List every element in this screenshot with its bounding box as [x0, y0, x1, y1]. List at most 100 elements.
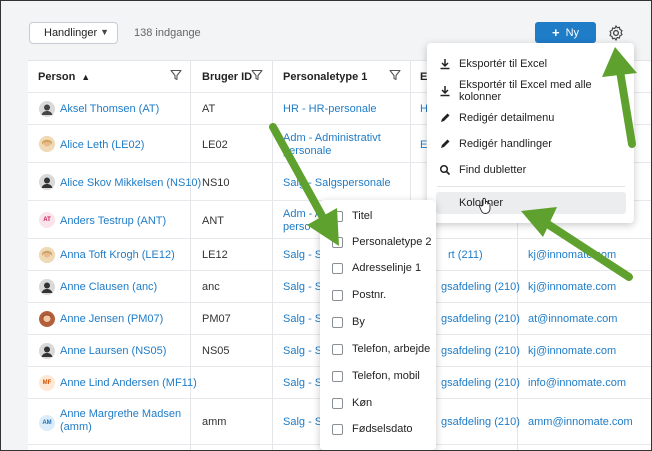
- user-id: NS05: [202, 345, 230, 357]
- checkbox[interactable]: [332, 289, 343, 301]
- checkbox[interactable]: [332, 316, 343, 328]
- staff-type-link[interactable]: Salg - Salgspersonale: [283, 177, 391, 190]
- person-name-link[interactable]: Anna Toft Krogh (LE12): [60, 249, 175, 262]
- plus-icon: +: [551, 25, 560, 40]
- checkbox[interactable]: [332, 262, 343, 274]
- columns-submenu: Titel Personaletype 2 Adresselinje 1 Pos…: [320, 200, 436, 450]
- email-link[interactable]: amm@innomate.com: [528, 416, 633, 429]
- column-option-label: Telefon, mobil: [352, 370, 420, 382]
- menu-item-label: Eksportér til Excel med alle kolonner: [459, 79, 592, 103]
- column-option-label: Titel: [352, 210, 373, 222]
- header-user-id-label: Bruger ID: [202, 70, 253, 83]
- checkbox[interactable]: [332, 370, 343, 382]
- menu-item-label: Find dubletter: [459, 164, 527, 176]
- header-staff-type-label: Personaletype 1: [283, 70, 368, 83]
- user-id: NS10: [202, 177, 230, 189]
- column-option-label: By: [352, 316, 365, 328]
- column-option[interactable]: Postnr.: [332, 288, 386, 302]
- gear-icon[interactable]: [607, 24, 625, 42]
- column-option[interactable]: Personaletype 2: [332, 235, 432, 249]
- actions-dropdown[interactable]: Handlinger ▼: [29, 22, 118, 44]
- column-option[interactable]: Køn: [332, 396, 372, 410]
- header-person-label: Person: [38, 70, 76, 83]
- person-name-link[interactable]: Alice Leth (LE02): [60, 139, 144, 152]
- person-name-link[interactable]: Anders Testrup (ANT): [60, 215, 166, 228]
- download-icon: [440, 86, 450, 97]
- column-option[interactable]: By: [332, 315, 365, 329]
- column-option[interactable]: Adresselinje 1: [332, 261, 421, 275]
- avatar: [39, 343, 55, 359]
- actions-label: Handlinger: [44, 27, 98, 39]
- person-name-link[interactable]: Anne Laursen (NS05): [60, 345, 166, 358]
- user-id: LE12: [202, 249, 228, 261]
- user-id: AT: [202, 103, 216, 115]
- column-option[interactable]: Telefon, mobil: [332, 369, 420, 383]
- email-link[interactable]: at@innomate.com: [528, 313, 617, 326]
- avatar: [39, 174, 55, 190]
- user-id: PM07: [202, 313, 231, 325]
- checkbox[interactable]: [332, 397, 343, 409]
- avatar: [39, 311, 55, 327]
- staff-type-link[interactable]: Adm - Administrativt personale: [283, 132, 403, 158]
- checkbox[interactable]: [332, 236, 343, 248]
- hand-cursor-icon: [479, 197, 491, 214]
- user-id: anc: [202, 281, 220, 293]
- settings-menu: Eksportér til Excel Eksportér til Excel …: [427, 43, 634, 223]
- person-name-link[interactable]: Anne Jensen (PM07): [60, 313, 163, 326]
- pencil-icon: [441, 113, 450, 122]
- menu-item-export-excel-all[interactable]: Eksportér til Excel med alle kolonner: [427, 79, 634, 103]
- staff-type-link-line2[interactable]: perso: [283, 221, 311, 234]
- column-option-label: Fødselsdato: [352, 423, 413, 435]
- staff-type-link[interactable]: Adm - A: [283, 208, 322, 221]
- filter-icon[interactable]: [170, 69, 182, 81]
- new-label: Ny: [565, 26, 580, 39]
- person-name-link[interactable]: Anne Lind Andersen (MF11): [60, 377, 197, 390]
- checkbox[interactable]: [332, 343, 343, 355]
- department-link[interactable]: gsafdeling (210): [441, 416, 520, 429]
- avatar: MF: [39, 375, 55, 391]
- column-option-label: Telefon, arbejde: [352, 343, 431, 355]
- person-name-link[interactable]: Aksel Thomsen (AT): [60, 103, 159, 116]
- column-option-label: Personaletype 2: [352, 236, 432, 248]
- avatar: [39, 279, 55, 295]
- column-option[interactable]: Telefon, arbejde: [332, 342, 430, 356]
- department-link[interactable]: gsafdeling (210): [441, 313, 520, 326]
- person-name-link[interactable]: Alice Skov Mikkelsen (NS10): [60, 177, 201, 190]
- new-button[interactable]: + Ny: [535, 22, 596, 43]
- department-link[interactable]: gsafdeling (210): [441, 377, 520, 390]
- menu-item-find-duplicates[interactable]: Find dubletter: [427, 159, 634, 181]
- app-window: Handlinger ▼ 138 indgange + Ny Person ▲ …: [0, 0, 652, 451]
- department-link[interactable]: gsafdeling (210): [441, 345, 520, 358]
- menu-item-label: Redigér detailmenu: [459, 112, 555, 124]
- filter-icon[interactable]: [251, 69, 263, 81]
- staff-type-link[interactable]: HR - HR-personale: [283, 103, 377, 116]
- column-option-label: Postnr.: [352, 289, 387, 301]
- checkbox[interactable]: [332, 423, 343, 435]
- menu-item-label: Redigér handlinger: [459, 138, 552, 150]
- column-option[interactable]: Titel: [332, 209, 372, 223]
- avatar: [39, 247, 55, 263]
- menu-item-edit-actions[interactable]: Redigér handlinger: [427, 133, 634, 155]
- entry-count: 138 indgange: [134, 27, 201, 39]
- checkbox[interactable]: [332, 210, 343, 222]
- header-person[interactable]: Person ▲: [38, 61, 188, 92]
- email-link[interactable]: kj@innomate.com: [528, 345, 616, 358]
- email-link[interactable]: kj@innomate.com: [528, 249, 616, 262]
- column-option-label: Køn: [352, 397, 373, 409]
- department-link[interactable]: gsafdeling (210): [441, 281, 520, 294]
- person-name-link[interactable]: Anne Clausen (anc): [60, 281, 157, 294]
- menu-item-columns[interactable]: Kolonner: [436, 192, 626, 214]
- user-id: LE02: [202, 139, 228, 151]
- email-link[interactable]: kj@innomate.com: [528, 281, 616, 294]
- header-staff-type[interactable]: Personaletype 1: [283, 61, 403, 92]
- email-link[interactable]: info@innomate.com: [528, 377, 626, 390]
- menu-item-edit-detail-menu[interactable]: Redigér detailmenu: [427, 107, 634, 129]
- filter-icon[interactable]: [389, 69, 401, 81]
- download-icon: [440, 59, 450, 70]
- menu-item-export-excel[interactable]: Eksportér til Excel: [427, 53, 634, 75]
- menu-divider: [437, 186, 625, 187]
- department-link[interactable]: rt (211): [448, 249, 483, 262]
- person-name-link[interactable]: Anne Margrethe Madsen (amm): [60, 408, 185, 434]
- pencil-icon: [441, 139, 450, 148]
- column-option[interactable]: Fødselsdato: [332, 422, 413, 436]
